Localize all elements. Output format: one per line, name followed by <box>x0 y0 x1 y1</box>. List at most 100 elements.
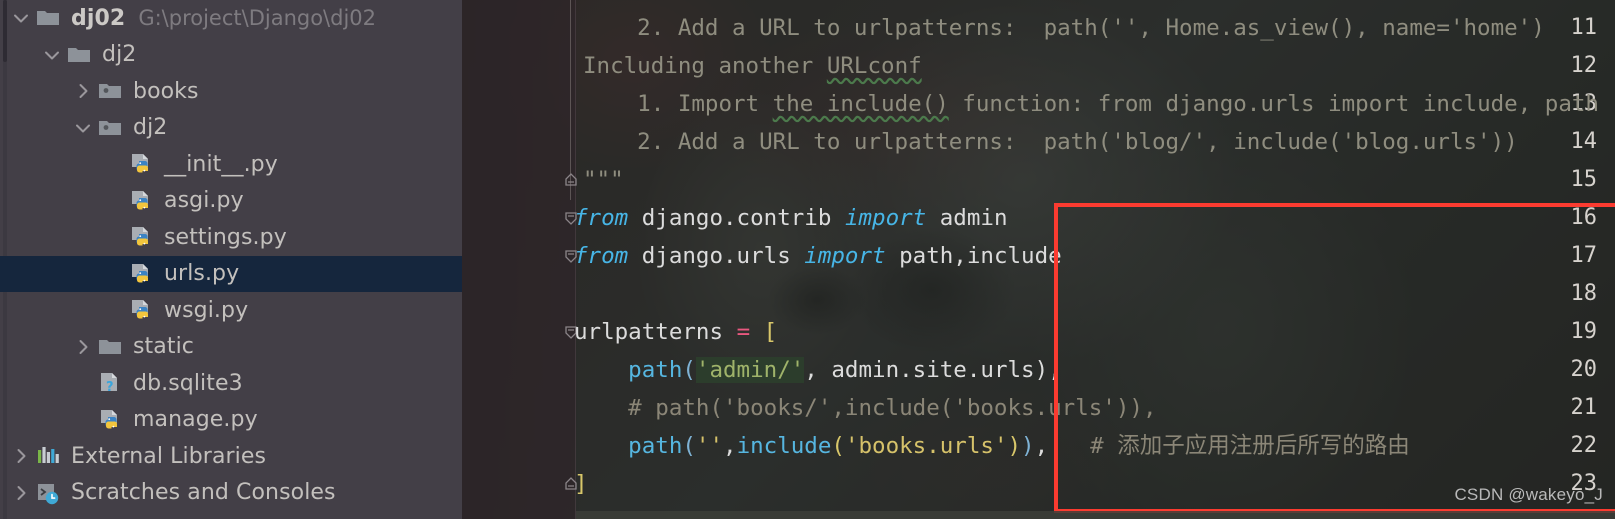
sidebar-item-wsgi-py[interactable]: wsgi.py <box>0 292 462 329</box>
code-line-15[interactable]: """ <box>583 169 624 192</box>
inline-comment-chinese: # 添加子应用注册后所写的路由 <box>1090 433 1410 459</box>
code-line-17[interactable]: from django.urls import path,include <box>574 245 1062 268</box>
sidebar-item-db-sqlite3[interactable]: ? db.sqlite3 <box>0 365 462 402</box>
folder-icon <box>96 334 126 360</box>
sidebar-item-label: dj2 <box>102 42 137 68</box>
code-line-13[interactable]: 1. Import the include() function: from d… <box>583 93 1599 116</box>
comma: , <box>1034 433 1049 459</box>
comma: , <box>1048 357 1062 383</box>
commented-out-path: # path('books/',include('books.urls')), <box>574 395 1157 421</box>
open-paren: ( <box>682 433 696 459</box>
chevron-down-icon[interactable] <box>70 115 96 141</box>
function-path: path <box>574 357 683 383</box>
function-path: path <box>574 433 683 459</box>
sidebar-item-external-libraries[interactable]: External Libraries <box>0 438 462 475</box>
project-root-path: G:\project\Django\dj02 <box>138 6 377 31</box>
code-line-19[interactable]: urlpatterns = [ <box>574 321 777 344</box>
imported-name: admin <box>926 205 1008 231</box>
sidebar-item-label: dj02 <box>71 5 126 31</box>
spellcheck-word: URLconf <box>826 53 922 79</box>
python-file-icon <box>96 407 126 433</box>
module-folder-icon <box>96 78 126 104</box>
code-line-12[interactable]: Including another URLconf <box>583 55 922 78</box>
scratches-icon <box>34 480 64 506</box>
editor-bottom-strip <box>576 511 1615 519</box>
code-editor[interactable]: 11 12 13 14 15 16 17 18 19 20 21 22 23 2. Add a URL … <box>462 0 1615 519</box>
keyword-from: from <box>574 243 629 269</box>
sidebar-item-manage-py[interactable]: manage.py <box>0 402 462 439</box>
sidebar-item-label: db.sqlite3 <box>133 370 243 396</box>
code-line-14[interactable]: 2. Add a URL to urlpatterns: path('blog/… <box>583 131 1518 154</box>
module-folder-icon <box>96 115 126 141</box>
argument-admin-site-urls: , admin.site.urls) <box>804 357 1049 383</box>
assign-operator: = <box>736 319 751 345</box>
code-line-11[interactable]: 2. Add a URL to urlpatterns: path('', Ho… <box>583 17 1545 40</box>
module-path: django.contrib <box>628 205 845 231</box>
docstring-text: Including another <box>583 53 827 79</box>
python-file-icon <box>127 151 157 177</box>
comma: , <box>723 433 737 459</box>
close-bracket: ] <box>574 471 588 497</box>
code-text-area[interactable]: 2. Add a URL to urlpatterns: path('', Ho… <box>462 0 1615 519</box>
code-line-16[interactable]: from django.contrib import admin <box>574 207 1008 230</box>
keyword-import: import <box>844 205 927 231</box>
sidebar-item-urls-py[interactable]: urls.py <box>0 255 462 292</box>
spellcheck-word: the include() <box>772 91 949 117</box>
sidebar-item-settings-py[interactable]: settings.py <box>0 219 462 256</box>
open-paren: ( <box>682 357 696 383</box>
keyword-from: from <box>574 205 629 231</box>
sidebar-item-dj02[interactable]: dj02 G:\project\Django\dj02 <box>0 0 462 37</box>
sidebar-item-dj2[interactable]: dj2 <box>0 37 462 74</box>
sidebar-item-static[interactable]: static <box>0 329 462 366</box>
code-line-22[interactable]: path('',include('books.urls')), # 添加子应用注册… <box>574 435 1410 458</box>
code-line-21[interactable]: # path('books/',include('books.urls')), <box>574 397 1156 420</box>
function-include: include <box>736 433 832 459</box>
module-path: django.urls <box>628 243 805 269</box>
code-line-20[interactable]: path('admin/', admin.site.urls), <box>574 357 1062 383</box>
string-books-urls: 'books.urls' <box>844 433 1008 459</box>
sidebar-item-label: manage.py <box>133 407 258 433</box>
sidebar-item-books[interactable]: books <box>0 73 462 110</box>
watermark-label: CSDN @wakeyo_J <box>1454 485 1603 504</box>
sidebar-item-label: settings.py <box>164 224 287 250</box>
sidebar-item-label: static <box>133 334 195 360</box>
string-admin-path: admin/ <box>709 357 791 383</box>
sidebar-item-label: __init__.py <box>164 151 278 177</box>
docstring-text: 2. Add a URL to urlpatterns: path('', Ho… <box>583 15 1545 41</box>
docstring-text: 2. Add a URL to urlpatterns: path('blog/… <box>583 129 1518 155</box>
folder-icon <box>65 42 95 68</box>
variable-urlpatterns: urlpatterns <box>574 319 737 345</box>
project-tree[interactable]: dj02 G:\project\Django\dj02 dj2 books dj2 __i… <box>0 0 462 511</box>
sidebar-item-label: External Libraries <box>71 443 267 469</box>
sidebar-item-dj2[interactable]: dj2 <box>0 110 462 147</box>
sidebar-item-label: wsgi.py <box>164 297 249 323</box>
project-tool-window[interactable]: dj02 G:\project\Django\dj02 dj2 books dj2 __i… <box>0 0 462 519</box>
sidebar-item-label: urls.py <box>164 261 240 287</box>
python-file-icon <box>127 224 157 250</box>
sidebar-item-asgi-py[interactable]: asgi.py <box>0 183 462 220</box>
docstring-text: 1. Import <box>583 91 773 117</box>
open-paren-inner: ( <box>831 433 845 459</box>
docstring-text: function: from django.urls import includ… <box>948 91 1599 117</box>
python-file-icon <box>127 297 157 323</box>
string-quote: ' <box>790 357 805 383</box>
keyword-import: import <box>804 243 886 269</box>
svg-text:?: ? <box>106 380 114 395</box>
sidebar-item-label: Scratches and Consoles <box>71 480 336 506</box>
sidebar-item-init-py[interactable]: __init__.py <box>0 146 462 183</box>
sidebar-item-label: dj2 <box>133 115 168 141</box>
folder-icon <box>34 5 64 31</box>
chevron-right-icon[interactable] <box>8 480 34 506</box>
sidebar-item-scratches-and-consoles[interactable]: Scratches and Consoles <box>0 475 462 512</box>
code-line-23[interactable]: ] <box>574 473 588 496</box>
chevron-down-icon[interactable] <box>39 42 65 68</box>
python-file-icon <box>127 188 157 214</box>
string-quote: ' <box>695 357 710 383</box>
chevron-right-icon[interactable] <box>70 334 96 360</box>
chevron-down-icon[interactable] <box>8 5 34 31</box>
chevron-right-icon[interactable] <box>70 78 96 104</box>
sidebar-item-label: asgi.py <box>164 188 244 214</box>
chevron-right-icon[interactable] <box>8 443 34 469</box>
sidebar-item-label: books <box>133 78 199 104</box>
docstring-delimiter: """ <box>583 167 624 193</box>
